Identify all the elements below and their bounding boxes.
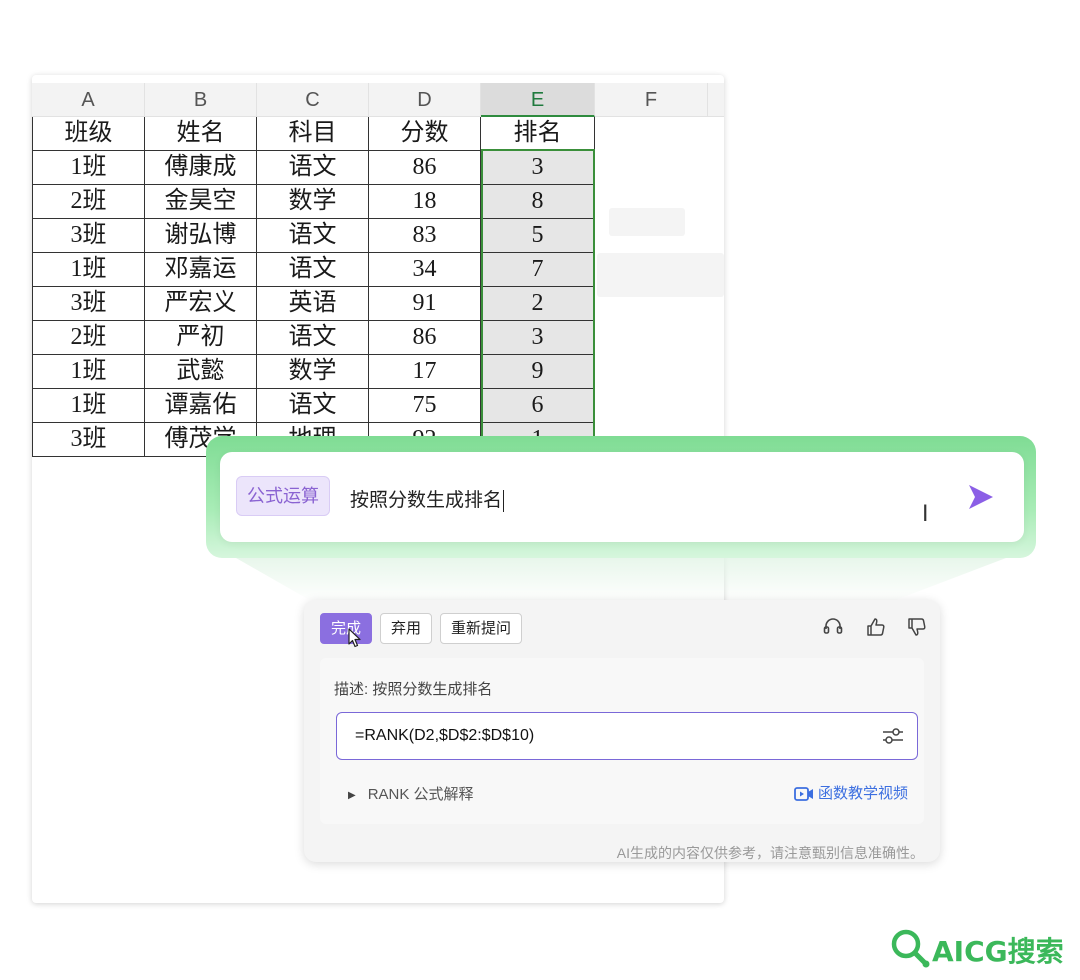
cell-score[interactable]: 91 [369,287,481,321]
column-header-e[interactable]: E [481,83,595,117]
column-header-d[interactable]: D [369,83,481,117]
cell-subject[interactable]: 数学 [257,185,369,219]
explain-label: RANK 公式解释 [367,786,474,803]
cell-subject[interactable]: 语文 [257,321,369,355]
cell-subject[interactable]: 数学 [257,355,369,389]
cell-score[interactable]: 83 [369,219,481,253]
cell-subject[interactable]: 语文 [257,219,369,253]
cell-rank[interactable]: 6 [481,389,595,423]
cell-rank[interactable]: 8 [481,185,595,219]
prompt-input-text: 按照分数生成排名 [350,490,503,511]
thumbs-down-icon[interactable] [906,616,928,638]
cell-score[interactable]: 18 [369,185,481,219]
cell-subject[interactable]: 语文 [257,389,369,423]
cell-score[interactable]: 17 [369,355,481,389]
watermark-text: AICG搜索 [932,935,1064,968]
column-header-b[interactable]: B [145,83,257,117]
discard-button[interactable]: 弃用 [380,613,433,644]
header-cell-subject[interactable]: 科目 [257,117,369,151]
cell-name[interactable]: 金昊空 [145,185,257,219]
cell-score[interactable]: 75 [369,389,481,423]
ai-prompt-bar: 公式运算 按照分数生成排名 I [220,452,1024,542]
mouse-pointer-icon [348,628,361,648]
cell-class[interactable]: 1班 [32,253,145,287]
done-button[interactable]: 完成 [320,613,373,644]
cell-class[interactable]: 2班 [32,321,145,355]
cell-class[interactable]: 3班 [32,423,145,457]
column-header-f[interactable]: F [595,83,708,117]
column-header-a[interactable]: A [32,83,145,117]
reask-button[interactable]: 重新提问 [440,613,523,644]
headset-icon[interactable] [822,616,844,638]
formula-field[interactable]: =RANK(D2,$D$2:$D$10) [336,712,918,760]
expand-triangle-icon: ▶ [348,789,356,801]
cell-rank[interactable]: 2 [481,287,595,321]
cell-class[interactable]: 1班 [32,355,145,389]
cell-class[interactable]: 1班 [32,151,145,185]
cell-score[interactable]: 34 [369,253,481,287]
cell-rank[interactable]: 3 [481,151,595,185]
panel-connector [236,558,1006,602]
cell-rank[interactable]: 3 [481,321,595,355]
formula-text: =RANK(D2,$D$2:$D$10) [355,727,535,744]
cell-name[interactable]: 严初 [145,321,257,355]
cell-score[interactable]: 86 [369,321,481,355]
thumbs-up-icon[interactable] [865,616,887,638]
ai-result-panel: 完成 弃用 重新提问 描述: 按照分数生成排名 =RANK(D2,$D$2:$D… [304,600,940,862]
ibeam-cursor-icon: I [922,502,929,527]
formula-explain-toggle[interactable]: ▶ RANK 公式解释 [348,783,474,804]
cell-name[interactable]: 邓嘉运 [145,253,257,287]
background-ghost-button [609,208,685,236]
aicg-watermark: AICG搜索 [888,926,1080,970]
cell-rank[interactable]: 9 [481,355,595,389]
search-magnifier-logo-icon [891,929,930,968]
video-link-label: 函数教学视频 [817,785,908,802]
cell-class[interactable]: 1班 [32,389,145,423]
cell-score[interactable]: 86 [369,151,481,185]
cell-subject[interactable]: 语文 [257,253,369,287]
tutorial-video-link[interactable]: 函数教学视频 [794,782,908,803]
text-caret [503,489,505,512]
cell-rank[interactable]: 5 [481,219,595,253]
cell-subject[interactable]: 语文 [257,151,369,185]
header-cell-class[interactable]: 班级 [32,117,145,151]
header-cell-rank[interactable]: 排名 [481,117,595,151]
background-ghost-bar [597,253,724,297]
result-body: 描述: 按照分数生成排名 =RANK(D2,$D$2:$D$10) ▶ RANK … [320,658,924,824]
description-text: 描述: 按照分数生成排名 [334,681,493,698]
cell-subject[interactable]: 英语 [257,287,369,321]
cell-class[interactable]: 2班 [32,185,145,219]
cell-class[interactable]: 3班 [32,287,145,321]
video-icon [794,787,813,801]
column-header-c[interactable]: C [257,83,369,117]
cell-rank[interactable]: 7 [481,253,595,287]
cell-class[interactable]: 3班 [32,219,145,253]
formula-op-tag[interactable]: 公式运算 [236,476,330,516]
cell-name[interactable]: 武懿 [145,355,257,389]
ai-disclaimer: AI生成的内容仅供参考，请注意甄别信息准确性。 [616,845,924,861]
cell-name[interactable]: 傅康成 [145,151,257,185]
cell-name[interactable]: 谭嘉佑 [145,389,257,423]
column-header-bar: A B C D E F [32,83,724,117]
header-cell-name[interactable]: 姓名 [145,117,257,151]
send-arrow-icon[interactable] [966,482,996,512]
adjust-settings-icon[interactable] [881,725,905,747]
header-cell-score[interactable]: 分数 [369,117,481,151]
prompt-input[interactable]: 按照分数生成排名 [350,485,505,512]
cell-name[interactable]: 谢弘博 [145,219,257,253]
cell-name[interactable]: 严宏义 [145,287,257,321]
